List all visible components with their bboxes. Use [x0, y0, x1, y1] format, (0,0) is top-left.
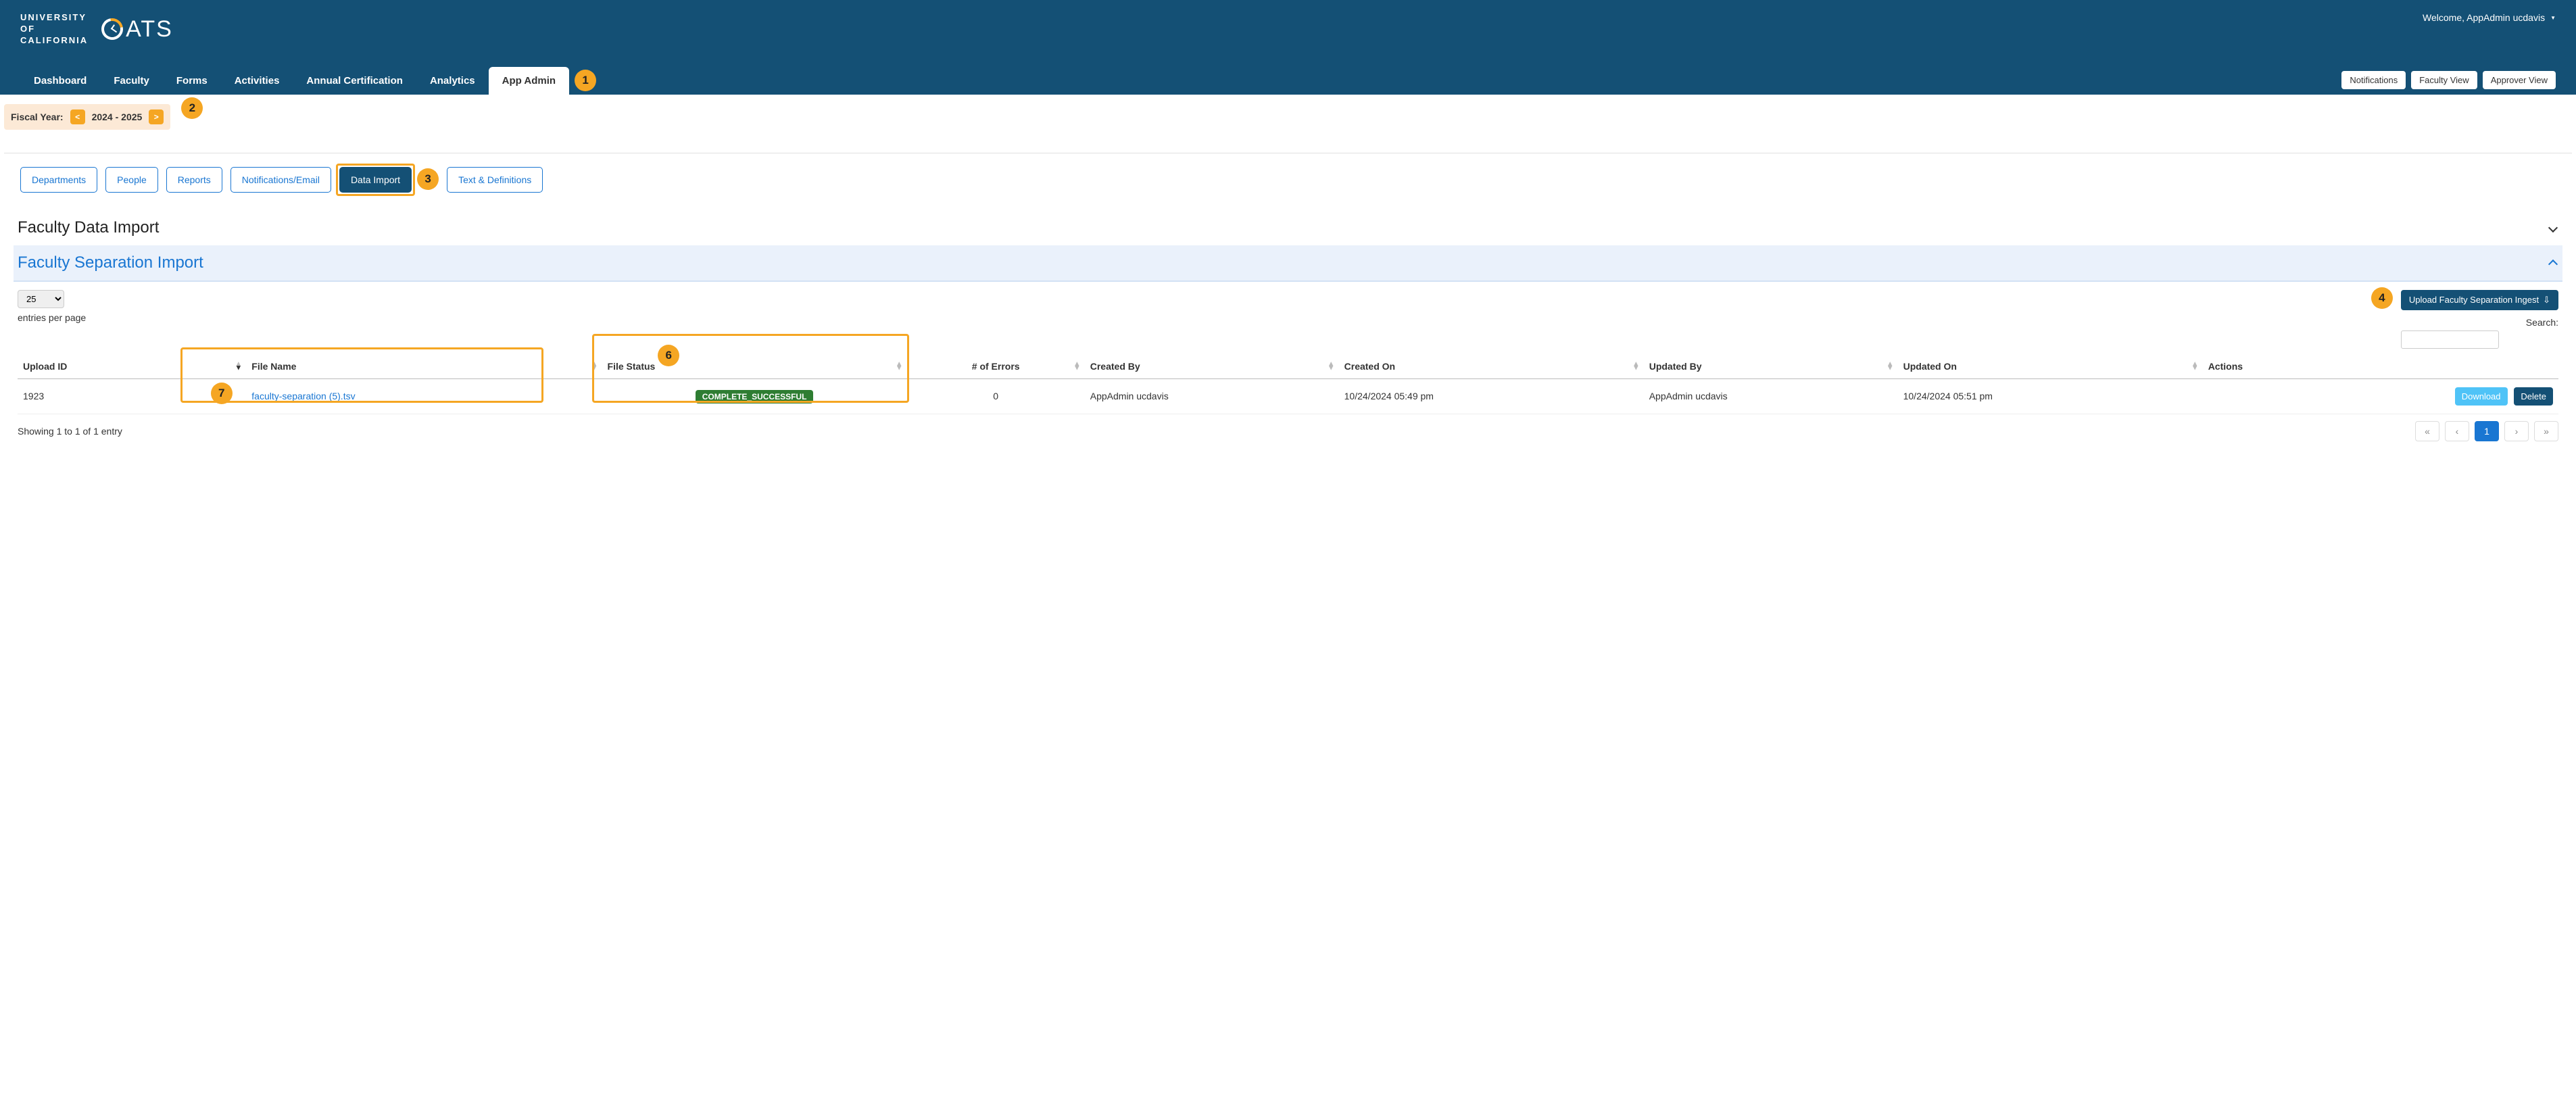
chevron-down-icon	[2548, 224, 2558, 231]
sort-icon: ▲▼	[896, 362, 903, 370]
nav-tab-forms[interactable]: Forms	[163, 67, 221, 95]
cell-errors: 0	[907, 378, 1085, 414]
download-button[interactable]: Download	[2455, 387, 2508, 406]
col-created-by[interactable]: Created By▲▼	[1085, 354, 1339, 379]
col-file-name[interactable]: File Name▲▼	[246, 354, 602, 379]
notifications-button[interactable]: Notifications	[2341, 71, 2406, 89]
clock-icon	[97, 14, 128, 45]
entries-label: entries per page	[18, 312, 86, 323]
section-title: Faculty Separation Import	[18, 253, 203, 272]
cell-updated-by: AppAdmin ucdavis	[1644, 378, 1898, 414]
col-updated-by[interactable]: Updated By▲▼	[1644, 354, 1898, 379]
col-file-status[interactable]: File Status▲▼	[602, 354, 907, 379]
cell-upload-id: 1923	[18, 378, 246, 414]
search-input[interactable]	[2401, 330, 2499, 349]
sort-icon: ▲▼	[2191, 362, 2199, 370]
cell-created-by: AppAdmin ucdavis	[1085, 378, 1339, 414]
uc-logo: UNIVERSITY OF CALIFORNIA	[20, 12, 88, 47]
faculty-separation-import-body: 25 entries per page 4 Upload Faculty Sep…	[14, 282, 2562, 449]
user-menu[interactable]: Welcome, AppAdmin ucdavis	[2423, 12, 2556, 23]
subtab-people[interactable]: People	[105, 167, 158, 193]
subtab-text-definitions[interactable]: Text & Definitions	[447, 167, 543, 193]
fiscal-year-selector: Fiscal Year: < 2024 - 2025 >	[4, 104, 170, 130]
callout-3: 3	[417, 168, 439, 190]
table-row: 1923 faculty-separation (5).tsv COMPLETE…	[18, 378, 2558, 414]
sort-icon: ▲▼	[1887, 362, 1894, 370]
admin-subtabs: Departments People Reports Notifications…	[4, 167, 2572, 193]
pager-last[interactable]: »	[2534, 421, 2558, 441]
fiscal-year-label: Fiscal Year:	[11, 112, 64, 122]
file-name-link[interactable]: faculty-separation (5).tsv	[251, 391, 355, 401]
showing-entries: Showing 1 to 1 of 1 entry	[18, 426, 122, 437]
nav-action-buttons: Notifications Faculty View Approver View	[2341, 71, 2556, 95]
status-badge: COMPLETE_SUCCESSFUL	[696, 390, 814, 403]
fiscal-prev-button[interactable]: <	[70, 109, 85, 124]
callout-2: 2	[181, 97, 203, 119]
nav-tab-dashboard[interactable]: Dashboard	[20, 67, 100, 95]
nav-tab-activities[interactable]: Activities	[221, 67, 293, 95]
col-actions: Actions	[2203, 354, 2558, 379]
nav-tab-faculty[interactable]: Faculty	[100, 67, 163, 95]
subtab-departments[interactable]: Departments	[20, 167, 97, 193]
nav-tab-annual-certification[interactable]: Annual Certification	[293, 67, 416, 95]
oats-text: ATS	[126, 16, 173, 43]
faculty-separation-import-header[interactable]: Faculty Separation Import	[14, 245, 2562, 282]
faculty-view-button[interactable]: Faculty View	[2411, 71, 2477, 89]
logo-group: UNIVERSITY OF CALIFORNIA ATS	[20, 12, 173, 47]
fiscal-year-value: 2024 - 2025	[92, 112, 143, 122]
pager-page-1[interactable]: 1	[2475, 421, 2499, 441]
page-size-select[interactable]: 25	[18, 290, 64, 308]
pager-prev[interactable]: ‹	[2445, 421, 2469, 441]
cell-updated-on: 10/24/2024 05:51 pm	[1898, 378, 2203, 414]
sort-icon: ▲▼	[235, 362, 242, 370]
col-errors[interactable]: # of Errors▲▼	[907, 354, 1085, 379]
pagination: « ‹ 1 › »	[2415, 421, 2558, 441]
main-nav: Dashboard Faculty Forms Activities Annua…	[20, 67, 569, 95]
fiscal-next-button[interactable]: >	[149, 109, 164, 124]
app-header: UNIVERSITY OF CALIFORNIA ATS Welcome, Ap…	[0, 0, 2576, 95]
callout-4: 4	[2371, 287, 2393, 309]
delete-button[interactable]: Delete	[2514, 387, 2553, 406]
section-title: Faculty Data Import	[18, 218, 159, 237]
sort-icon: ▲▼	[591, 362, 598, 370]
cell-created-on: 10/24/2024 05:49 pm	[1339, 378, 1644, 414]
nav-tab-app-admin[interactable]: App Admin	[489, 67, 569, 95]
chevron-up-icon	[2548, 260, 2558, 266]
entries-per-page-control: 25 entries per page	[18, 290, 86, 323]
oats-logo: ATS	[101, 16, 173, 43]
approver-view-button[interactable]: Approver View	[2483, 71, 2556, 89]
upload-faculty-separation-button[interactable]: Upload Faculty Separation Ingest ⇩	[2401, 290, 2558, 310]
sort-icon: ▲▼	[1328, 362, 1335, 370]
sort-icon: ▲▼	[1073, 362, 1081, 370]
callout-1: 1	[575, 70, 596, 91]
pager-next[interactable]: ›	[2504, 421, 2529, 441]
faculty-data-import-header[interactable]: Faculty Data Import	[14, 210, 2562, 245]
subtab-data-import[interactable]: Data Import	[339, 167, 412, 193]
col-updated-on[interactable]: Updated On▲▼	[1898, 354, 2203, 379]
download-icon: ⇩	[2543, 295, 2550, 305]
col-upload-id[interactable]: Upload ID▲▼	[18, 354, 246, 379]
pager-first[interactable]: «	[2415, 421, 2439, 441]
sort-icon: ▲▼	[1632, 362, 1640, 370]
col-created-on[interactable]: Created On▲▼	[1339, 354, 1644, 379]
ingest-table: Upload ID▲▼ File Name▲▼ File Status▲▼ # …	[18, 354, 2558, 414]
search-label: Search:	[2526, 317, 2558, 328]
subtab-notifications-email[interactable]: Notifications/Email	[230, 167, 331, 193]
nav-tab-analytics[interactable]: Analytics	[416, 67, 489, 95]
subtab-reports[interactable]: Reports	[166, 167, 222, 193]
